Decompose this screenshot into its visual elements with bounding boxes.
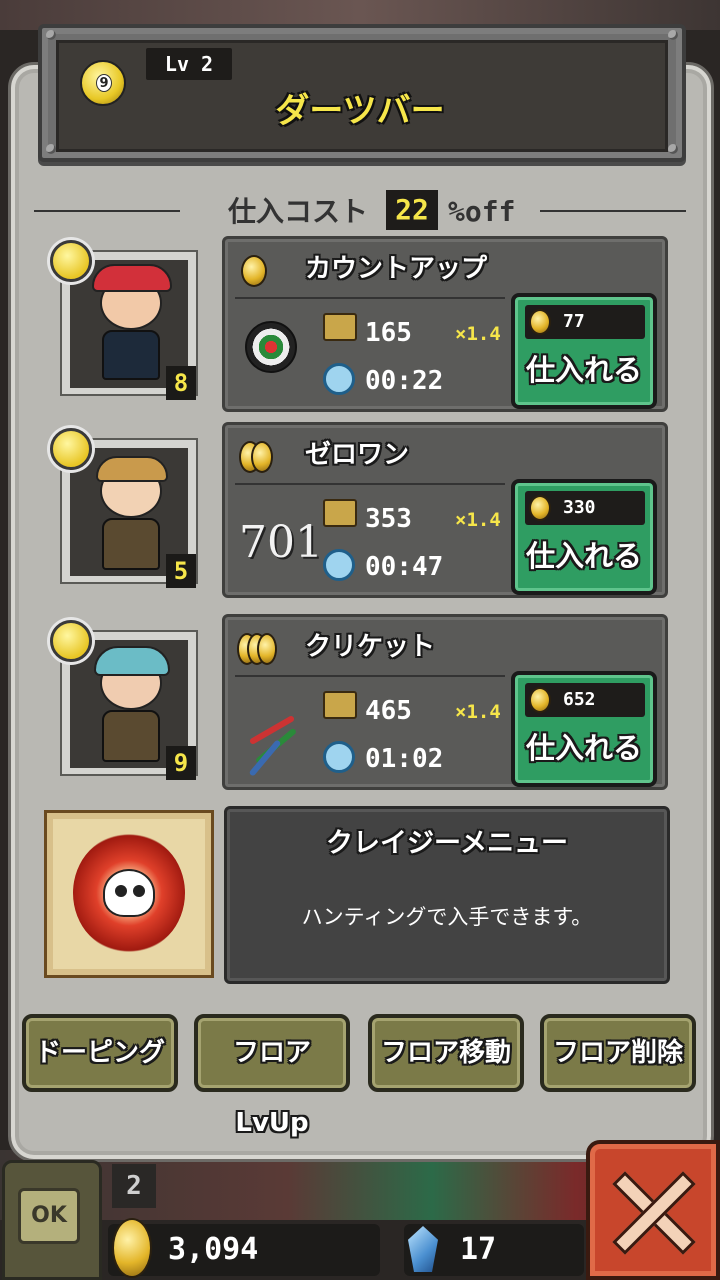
coin-tier-icon [251,441,273,473]
stopwatch-icon [323,549,355,581]
production-time: 00:47 [365,552,444,582]
stock-count: 353 [365,504,412,534]
eight-ball-icon: 9 [80,60,126,106]
stock-box-icon [323,499,357,527]
floor-level-up-button[interactable]: フロアLvUp [194,1014,350,1138]
coin-icon [112,1218,152,1278]
cost-discount-value: 22 [386,190,438,230]
stock-box-icon [323,313,357,341]
coin-balance: 3,094 [168,1232,259,1267]
buy-price: 77 [563,311,585,332]
item-card: カウントアップ 165 00:22 ×1.4 77 仕入れる [222,236,668,412]
crazy-menu-card: クレイジーメニュー ハンティングで入手できます。 [224,806,670,984]
price-bar: 652 [525,683,645,717]
stopwatch-icon [323,741,355,773]
staff-body [102,710,160,762]
doping-button[interactable]: ドーピング [22,1014,178,1092]
skull-icon [103,869,155,917]
stock-buy-button[interactable]: 330 仕入れる [511,479,657,595]
crazy-menu-scroll[interactable] [44,810,214,978]
crazy-menu-description: ハンティングで入手できます。 [301,905,593,929]
close-button[interactable] [586,1140,720,1280]
dart [248,739,282,777]
cost-suffix: %off [448,195,516,228]
ok-button[interactable]: OK [18,1188,80,1244]
coin-tier-icon [257,633,277,665]
ball-number: 9 [96,74,112,92]
multiplier: ×1.4 [455,701,501,723]
coin-icon [529,495,551,521]
rivet [46,144,56,154]
page-title: ダーツバー [275,91,445,131]
stopwatch-icon [323,363,355,395]
item-card: クリケット 465 01:02 ×1.4 652 仕入れる [222,614,668,790]
buy-price: 652 [563,689,596,710]
mood-smiley-icon [50,620,92,662]
buy-label: 仕入れる [525,539,642,573]
floor-move-button[interactable]: フロア移動 [368,1014,524,1092]
rivet [668,30,678,40]
stock-box-icon [323,691,357,719]
staff-level-badge: 9 [166,746,196,780]
production-time: 01:02 [365,744,444,774]
skull-eye [115,885,127,897]
gem-balance-bar: 17 [404,1224,584,1276]
skull-eye [133,885,145,897]
rivet [668,144,678,154]
stock-count: 165 [365,318,412,348]
staff-body [102,518,160,570]
divider [235,483,505,485]
staff-hair [92,264,172,292]
divider [235,297,505,299]
staff-hair [94,646,170,676]
item-name: カウントアップ [305,254,488,284]
coin-icon [529,687,551,713]
mood-smiley-icon [50,240,92,282]
item-card: ゼロワン 701 353 00:47 ×1.4 330 仕入れる [222,422,668,598]
stock-buy-button[interactable]: 77 仕入れる [511,293,657,409]
level-tag: Lv 2 [146,48,232,80]
staff-level-badge: 5 [166,554,196,588]
crazy-menu-title: クレイジーメニュー [326,828,568,859]
darts-icon [243,697,303,777]
dart [248,714,296,746]
floor-delete-button[interactable]: フロア削除 [540,1014,696,1092]
staff-level-badge: 8 [166,366,196,400]
stock-count: 465 [365,696,412,726]
buy-price: 330 [563,497,596,518]
cost-label: 仕入コスト [228,195,369,228]
divider [540,210,686,212]
buy-label: 仕入れる [525,353,642,387]
staff-body [102,330,160,380]
multiplier: ×1.4 [455,323,501,345]
floor-number: 2 [112,1164,156,1208]
price-bar: 330 [525,491,645,525]
divider [235,675,505,677]
staff-hair [96,456,168,482]
mood-smiley-icon [50,428,92,470]
rivet [46,30,56,40]
production-time: 00:22 [365,366,444,396]
multiplier: ×1.4 [455,509,501,531]
divider [34,210,180,212]
item-name: ゼロワン [305,440,410,470]
item-name: クリケット [305,632,436,662]
coin-tier-icon [241,255,267,287]
gem-icon [408,1226,438,1272]
stock-buy-button[interactable]: 652 仕入れる [511,671,657,787]
price-bar: 77 [525,305,645,339]
gem-balance: 17 [460,1232,497,1267]
game-701-label: 701 [239,517,323,568]
coin-balance-bar: 3,094 [108,1218,380,1278]
dartboard-icon [245,321,297,373]
buy-label: 仕入れる [525,731,642,765]
coin-icon [529,309,551,335]
